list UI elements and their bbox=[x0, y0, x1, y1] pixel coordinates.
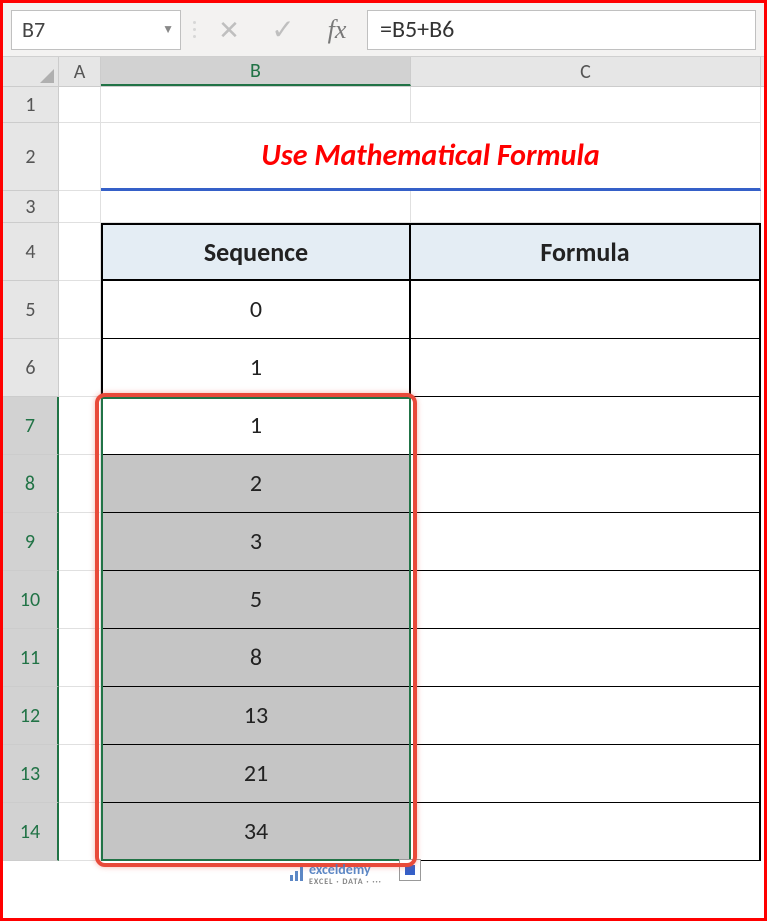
cell-B14[interactable]: 34 bbox=[101, 803, 411, 861]
cell-C11[interactable] bbox=[411, 629, 761, 687]
cell-A5[interactable] bbox=[59, 281, 101, 339]
cell-C8[interactable] bbox=[411, 455, 761, 513]
cell-B3[interactable] bbox=[101, 191, 411, 223]
row-header-3[interactable]: 3 bbox=[3, 191, 58, 223]
cell-A6[interactable] bbox=[59, 339, 101, 397]
cell-C13[interactable] bbox=[411, 745, 761, 803]
cell-C1[interactable] bbox=[411, 87, 761, 123]
cell-A9[interactable] bbox=[59, 513, 101, 571]
cells-area[interactable]: Use Mathematical Formula Sequence Formul… bbox=[59, 87, 764, 918]
row-header-13[interactable]: 13 bbox=[3, 745, 59, 803]
cell-B7[interactable]: 1 bbox=[101, 397, 411, 455]
row-header-6[interactable]: 6 bbox=[3, 339, 58, 397]
watermark-sub: EXCEL · DATA · ··· bbox=[309, 878, 382, 886]
row-header-12[interactable]: 12 bbox=[3, 687, 59, 745]
col-header-A[interactable]: A bbox=[59, 57, 101, 86]
title-text: Use Mathematical Formula bbox=[261, 137, 599, 174]
cell-B13[interactable]: 21 bbox=[101, 745, 411, 803]
formula-text: =B5+B6 bbox=[380, 15, 454, 44]
cell-A12[interactable] bbox=[59, 687, 101, 745]
cell-A1[interactable] bbox=[59, 87, 101, 123]
formula-bar: B7 ▼ ✕ ✓ fx =B5+B6 bbox=[3, 3, 764, 57]
name-box[interactable]: B7 ▼ bbox=[11, 10, 181, 50]
cell-C10[interactable] bbox=[411, 571, 761, 629]
cell-B9[interactable]: 3 bbox=[101, 513, 411, 571]
cell-B5[interactable]: 0 bbox=[101, 281, 411, 339]
header-formula[interactable]: Formula bbox=[411, 223, 761, 281]
name-box-value: B7 bbox=[22, 16, 45, 43]
cell-A14[interactable] bbox=[59, 803, 101, 861]
cell-A11[interactable] bbox=[59, 629, 101, 687]
select-all-corner[interactable] bbox=[3, 57, 59, 87]
row-header-5[interactable]: 5 bbox=[3, 281, 58, 339]
cell-C7[interactable] bbox=[411, 397, 761, 455]
cell-C5[interactable] bbox=[411, 281, 761, 339]
enter-icon: ✓ bbox=[259, 10, 307, 50]
title-cell[interactable]: Use Mathematical Formula bbox=[101, 123, 761, 191]
watermark-text: exceldemy bbox=[309, 861, 371, 878]
cell-A13[interactable] bbox=[59, 745, 101, 803]
row-header-1[interactable]: 1 bbox=[3, 87, 58, 123]
header-sequence[interactable]: Sequence bbox=[101, 223, 411, 281]
col-header-B[interactable]: B bbox=[101, 57, 411, 86]
cell-B10[interactable]: 5 bbox=[101, 571, 411, 629]
cell-B12[interactable]: 13 bbox=[101, 687, 411, 745]
watermark: exceldemy EXCEL · DATA · ··· bbox=[289, 861, 382, 886]
cell-A2[interactable] bbox=[59, 123, 101, 191]
cell-C9[interactable] bbox=[411, 513, 761, 571]
formula-bar-separator bbox=[187, 11, 199, 49]
cell-A7[interactable] bbox=[59, 397, 101, 455]
cell-A10[interactable] bbox=[59, 571, 101, 629]
chart-icon bbox=[289, 866, 305, 882]
row-header-10[interactable]: 10 bbox=[3, 571, 59, 629]
cell-B8[interactable]: 2 bbox=[101, 455, 411, 513]
autofill-options-icon[interactable] bbox=[399, 859, 421, 881]
cell-B1[interactable] bbox=[101, 87, 411, 123]
chevron-down-icon[interactable]: ▼ bbox=[162, 22, 174, 37]
cell-C12[interactable] bbox=[411, 687, 761, 745]
spreadsheet-grid: A B C 1 2 3 4 5 6 7 8 9 10 11 12 13 14 U… bbox=[3, 57, 764, 918]
cell-C14[interactable] bbox=[411, 803, 761, 861]
fx-icon[interactable]: fx bbox=[313, 10, 361, 50]
col-header-C[interactable]: C bbox=[411, 57, 761, 86]
row-header-11[interactable]: 11 bbox=[3, 629, 59, 687]
cell-C6[interactable] bbox=[411, 339, 761, 397]
row-header-9[interactable]: 9 bbox=[3, 513, 59, 571]
formula-input[interactable]: =B5+B6 bbox=[367, 10, 756, 50]
row-header-4[interactable]: 4 bbox=[3, 223, 58, 281]
cell-A8[interactable] bbox=[59, 455, 101, 513]
row-header-14[interactable]: 14 bbox=[3, 803, 59, 861]
cell-C3[interactable] bbox=[411, 191, 761, 223]
column-headers: A B C bbox=[59, 57, 764, 87]
row-header-8[interactable]: 8 bbox=[3, 455, 59, 513]
row-header-2[interactable]: 2 bbox=[3, 123, 58, 191]
row-headers: 1 2 3 4 5 6 7 8 9 10 11 12 13 14 bbox=[3, 87, 59, 861]
cell-A3[interactable] bbox=[59, 191, 101, 223]
cell-A4[interactable] bbox=[59, 223, 101, 281]
row-header-7[interactable]: 7 bbox=[3, 397, 59, 455]
cell-B11[interactable]: 8 bbox=[101, 629, 411, 687]
cancel-icon: ✕ bbox=[205, 10, 253, 50]
cell-B6[interactable]: 1 bbox=[101, 339, 411, 397]
